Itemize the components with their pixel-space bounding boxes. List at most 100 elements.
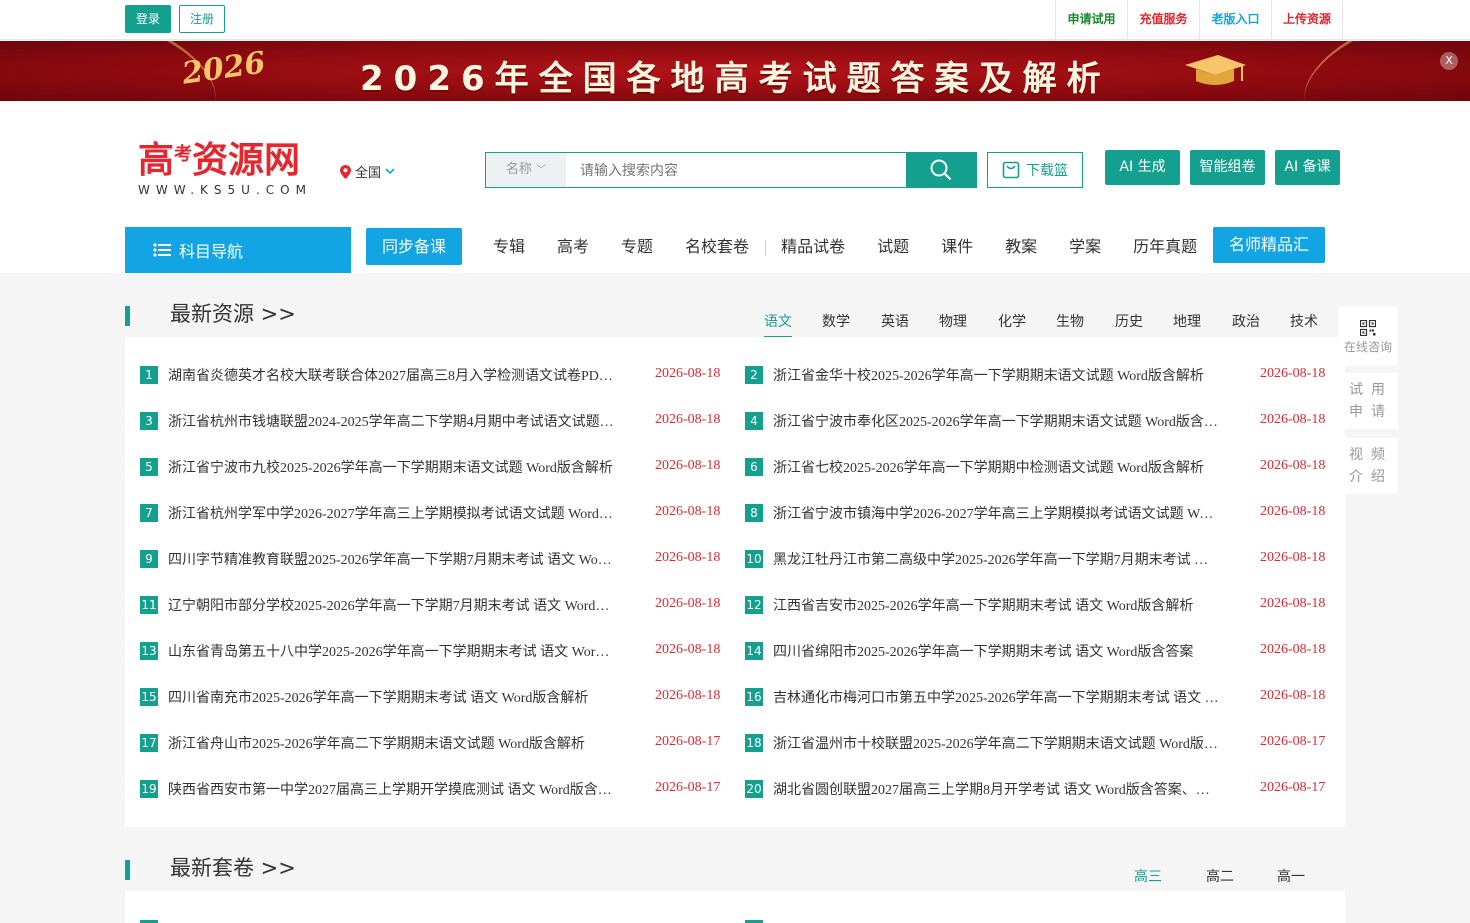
tab-subject[interactable]: 政治 <box>1232 311 1260 331</box>
list-item[interactable]: 13 山东省青岛第五十八中学2025-2026学年高一下学期期末考试 语文 Wor… <box>140 641 615 661</box>
login-button[interactable]: 登录 <box>125 5 171 33</box>
list-item[interactable]: 1 湖南省炎德英才名校大联考联合体2027届高三8月入学检测语文试卷PDF版含答案 <box>140 365 615 385</box>
resource-title-link[interactable]: 四川省绵阳市2025-2026学年高一下学期期末考试 语文 Word版含答案 <box>773 641 1193 661</box>
tab-grade[interactable]: 高三 <box>1134 866 1162 893</box>
resource-date: 2026-08-18 <box>1260 688 1326 703</box>
tab-subject[interactable]: 英语 <box>881 311 909 331</box>
resource-title-link[interactable]: 浙江省杭州市钱塘联盟2024-2025学年高二下学期4月期中考试语文试题 Wor… <box>168 411 615 431</box>
download-basket-button[interactable]: 下载篮 <box>987 152 1083 188</box>
resource-date: 2026-08-18 <box>1260 642 1326 657</box>
qr-code-icon <box>1359 319 1377 337</box>
old-version-link[interactable]: 老版入口 <box>1199 0 1271 40</box>
tab-subject[interactable]: 语文 <box>764 311 792 338</box>
nav-item-famous-sets[interactable]: 名校套卷 <box>669 228 765 265</box>
list-item[interactable]: 20 湖北省圆创联盟2027届高三上学期8月开学考试 语文 Word版含答案、答题… <box>745 779 1220 799</box>
list-item[interactable]: 15 四川省南充市2025-2026学年高一下学期期末考试 语文 Word版含解析 <box>140 687 615 707</box>
top-links: 申请试用 充值服务 老版入口 上传资源 <box>1055 0 1343 40</box>
tab-subject[interactable]: 生物 <box>1056 311 1084 331</box>
resource-date: 2026-08-18 <box>655 458 721 473</box>
search-button[interactable] <box>906 153 976 187</box>
resource-title-link[interactable]: 江西省吉安市2025-2026学年高一下学期期末考试 语文 Word版含解析 <box>773 595 1193 615</box>
banner-close-button[interactable]: X <box>1440 52 1458 70</box>
list-item[interactable]: 5 浙江省宁波市九校2025-2026学年高一下学期期末语文试题 Word版含解析 <box>140 457 615 477</box>
list-item[interactable]: 8 浙江省宁波市镇海中学2026-2027学年高三上学期模拟考试语文试题 Word… <box>745 503 1220 523</box>
list-item[interactable]: 12 江西省吉安市2025-2026学年高一下学期期末考试 语文 Word版含解析 <box>745 595 1220 615</box>
site-logo[interactable]: 高考资源网 WWW.KS5U.COM <box>138 135 312 198</box>
latest-sets-list <box>125 891 1345 923</box>
tab-subject[interactable]: 数学 <box>822 311 850 331</box>
trial-apply-button[interactable]: 试用申请 <box>1338 373 1398 429</box>
list-item[interactable]: 16 吉林通化市梅河口市第五中学2025-2026学年高一下学期期末考试 语文 W… <box>745 687 1220 707</box>
featured-teachers-button[interactable]: 名师精品汇 <box>1213 227 1325 263</box>
latest-title[interactable]: 最新资源 >> <box>170 298 296 328</box>
nav-item-topic[interactable]: 专题 <box>605 228 669 265</box>
nav-item-premium-papers[interactable]: 精品试卷 <box>765 228 861 265</box>
list-item[interactable]: 18 浙江省温州市十校联盟2025-2026学年高二下学期期末语文试题 Word版… <box>745 733 1220 753</box>
resource-title-link[interactable]: 湖南省炎德英才名校大联考联合体2027届高三8月入学检测语文试卷PDF版含答案 <box>168 365 615 385</box>
upload-link[interactable]: 上传资源 <box>1271 0 1343 40</box>
resource-title-link[interactable]: 四川字节精准教育联盟2025-2026学年高一下学期7月期末考试 语文 Word… <box>168 549 615 569</box>
region-selector[interactable]: 全国 <box>340 162 395 181</box>
list-item[interactable]: 14 四川省绵阳市2025-2026学年高一下学期期末考试 语文 Word版含答案 <box>745 641 1220 661</box>
resource-title-link[interactable]: 辽宁朝阳市部分学校2025-2026学年高一下学期7月期末考试 语文 Word版… <box>168 595 615 615</box>
ai-lesson-button[interactable]: AI 备课 <box>1275 150 1340 185</box>
resource-title-link[interactable]: 浙江省杭州学军中学2026-2027学年高三上学期模拟考试语文试题 Word版含… <box>168 503 615 523</box>
smart-paper-button[interactable]: 智能组卷 <box>1190 150 1265 185</box>
list-number-badge: 5 <box>140 458 158 476</box>
category-nav-button[interactable]: 科目导航 <box>125 227 351 273</box>
nav-item-tests[interactable]: 试题 <box>861 228 925 265</box>
list-item[interactable]: 2 浙江省金华十校2025-2026学年高一下学期期末语文试题 Word版含解析 <box>745 365 1220 385</box>
search-type-select[interactable]: 名称 ﹀ <box>486 153 566 187</box>
apply-trial-link[interactable]: 申请试用 <box>1055 0 1127 40</box>
register-button[interactable]: 注册 <box>179 5 225 33</box>
list-item[interactable]: 3 浙江省杭州市钱塘联盟2024-2025学年高二下学期4月期中考试语文试题 Wo… <box>140 411 615 431</box>
sync-lesson-button[interactable]: 同步备课 <box>366 228 462 265</box>
list-item[interactable]: 6 浙江省七校2025-2026学年高一下学期期中检测语文试题 Word版含解析 <box>745 457 1220 477</box>
ai-generate-button[interactable]: AI 生成 <box>1105 150 1180 185</box>
nav-divider <box>765 240 766 256</box>
list-item[interactable]: 10 黑龙江牡丹江市第二高级中学2025-2026学年高一下学期7月期末考试 语文… <box>745 549 1220 569</box>
resource-title-link[interactable]: 浙江省宁波市九校2025-2026学年高一下学期期末语文试题 Word版含解析 <box>168 457 613 477</box>
tab-subject[interactable]: 地理 <box>1173 311 1201 331</box>
resource-title-link[interactable]: 湖北省圆创联盟2027届高三上学期8月开学考试 语文 Word版含答案、答题卡 <box>773 779 1220 799</box>
video-intro-button[interactable]: 视频介绍 <box>1338 438 1398 494</box>
tab-subject[interactable]: 历史 <box>1115 311 1143 331</box>
recharge-link[interactable]: 充值服务 <box>1127 0 1199 40</box>
resource-title-link[interactable]: 吉林通化市梅河口市第五中学2025-2026学年高一下学期期末考试 语文 Wor… <box>773 687 1220 707</box>
promo-banner[interactable]: 2026 2026年全国各地高考试题答案及解析 <box>0 41 1470 101</box>
nav-item-lesson-plans[interactable]: 教案 <box>989 228 1053 265</box>
resource-title-link[interactable]: 浙江省宁波市奉化区2025-2026学年高一下学期期末语文试题 Word版含解析 <box>773 411 1220 431</box>
resource-title-link[interactable]: 浙江省舟山市2025-2026学年高二下学期期末语文试题 Word版含解析 <box>168 733 585 753</box>
resource-title-link[interactable]: 四川省南充市2025-2026学年高一下学期期末考试 语文 Word版含解析 <box>168 687 588 707</box>
list-number-badge: 10 <box>745 550 763 568</box>
tab-subject[interactable]: 技术 <box>1290 311 1318 331</box>
nav-item-past-exams[interactable]: 历年真题 <box>1117 228 1213 265</box>
resource-title-link[interactable]: 浙江省七校2025-2026学年高一下学期期中检测语文试题 Word版含解析 <box>773 457 1204 477</box>
list-item[interactable]: 9 四川字节精准教育联盟2025-2026学年高一下学期7月期末考试 语文 Wor… <box>140 549 615 569</box>
tab-grade[interactable]: 高一 <box>1277 866 1305 886</box>
resource-title-link[interactable]: 山东省青岛第五十八中学2025-2026学年高一下学期期末考试 语文 Word版… <box>168 641 615 661</box>
nav-item-study-plans[interactable]: 学案 <box>1053 228 1117 265</box>
resource-title-link[interactable]: 浙江省宁波市镇海中学2026-2027学年高三上学期模拟考试语文试题 Word版… <box>773 503 1220 523</box>
resource-date: 2026-08-17 <box>1260 780 1326 795</box>
online-consult-button[interactable]: 在线咨询 <box>1338 306 1398 366</box>
resource-title-link[interactable]: 浙江省温州市十校联盟2025-2026学年高二下学期期末语文试题 Word版含解… <box>773 733 1220 753</box>
nav-item-courseware[interactable]: 课件 <box>925 228 989 265</box>
tab-grade[interactable]: 高二 <box>1206 866 1234 886</box>
resource-title-link[interactable]: 陕西省西安市第一中学2027届高三上学期开学摸底测试 语文 Word版含解析 <box>168 779 615 799</box>
sets-title[interactable]: 最新套卷 >> <box>170 852 296 882</box>
nav-item-gaokao[interactable]: 高考 <box>541 228 605 265</box>
list-item[interactable]: 4 浙江省宁波市奉化区2025-2026学年高一下学期期末语文试题 Word版含解… <box>745 411 1220 431</box>
list-item[interactable]: 17 浙江省舟山市2025-2026学年高二下学期期末语文试题 Word版含解析 <box>140 733 615 753</box>
tab-subject[interactable]: 物理 <box>939 311 967 331</box>
list-item[interactable]: 19 陕西省西安市第一中学2027届高三上学期开学摸底测试 语文 Word版含解析 <box>140 779 615 799</box>
search-input[interactable] <box>566 153 906 187</box>
tab-subject[interactable]: 化学 <box>998 311 1026 331</box>
nav-item-album[interactable]: 专辑 <box>477 228 541 265</box>
resource-date: 2026-08-18 <box>1260 458 1326 473</box>
list-item[interactable]: 11 辽宁朝阳市部分学校2025-2026学年高一下学期7月期末考试 语文 Wor… <box>140 595 615 615</box>
list-item[interactable]: 7 浙江省杭州学军中学2026-2027学年高三上学期模拟考试语文试题 Word版… <box>140 503 615 523</box>
resource-title-link[interactable]: 浙江省金华十校2025-2026学年高一下学期期末语文试题 Word版含解析 <box>773 365 1204 385</box>
resource-date: 2026-08-17 <box>655 734 721 749</box>
resource-title-link[interactable]: 黑龙江牡丹江市第二高级中学2025-2026学年高一下学期7月期末考试 语文 W… <box>773 549 1220 569</box>
